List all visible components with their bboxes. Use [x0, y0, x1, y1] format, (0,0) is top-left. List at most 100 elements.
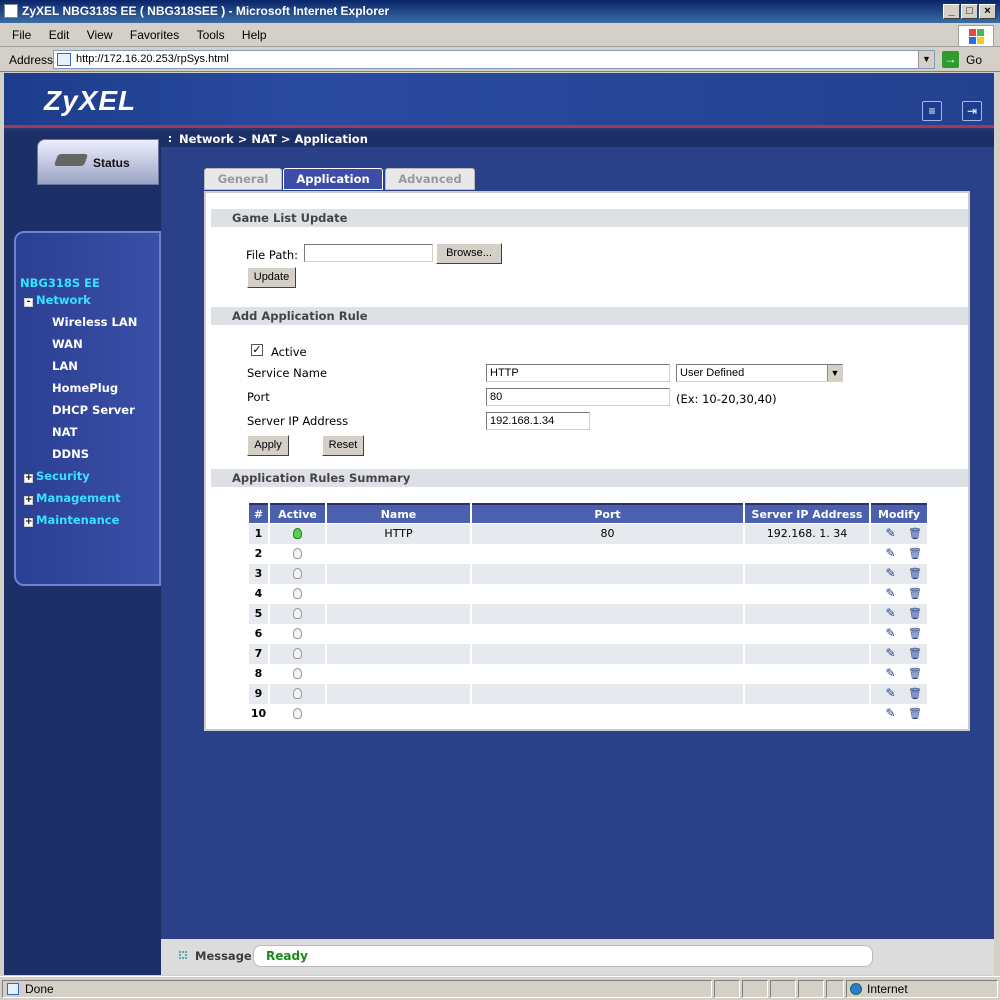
delete-icon[interactable]: 🗑 [908, 607, 922, 620]
edit-icon[interactable]: ✎ [884, 647, 897, 660]
tab-advanced[interactable]: Advanced [385, 168, 475, 190]
menu-tools[interactable]: Tools [197, 28, 225, 42]
logout-icon[interactable]: ⇥ [962, 101, 982, 121]
row-port [472, 564, 743, 584]
nav-ddns[interactable]: DDNS [52, 447, 89, 461]
menu-view[interactable]: View [87, 28, 113, 42]
delete-icon[interactable]: 🗑 [908, 647, 922, 660]
nav-network-label: Network [36, 293, 91, 307]
col-name-header: Name [327, 503, 470, 523]
nav-security[interactable]: + Security [24, 469, 90, 483]
apply-button[interactable]: Apply [247, 435, 289, 456]
delete-icon[interactable]: 🗑 [908, 687, 922, 700]
zyxel-header: ZyXEL ≡ ⇥ [4, 73, 994, 128]
nav-homeplug[interactable]: HomePlug [52, 381, 118, 395]
edit-icon[interactable]: ✎ [884, 627, 897, 640]
delete-icon[interactable]: 🗑 [908, 627, 922, 640]
address-dropdown-icon[interactable]: ▼ [918, 51, 934, 68]
row-number: 10 [249, 704, 268, 724]
edit-icon[interactable]: ✎ [884, 547, 897, 560]
row-active [270, 544, 325, 564]
status-seg-1 [714, 980, 740, 998]
row-modify: ✎ 🗑 [871, 644, 927, 664]
close-button[interactable]: × [979, 4, 996, 19]
address-bar: Address http://172.16.20.253/rpSys.html … [0, 48, 1000, 72]
row-port [472, 684, 743, 704]
go-label: Go [966, 53, 983, 67]
row-port [472, 604, 743, 624]
status-tab[interactable]: Status [37, 139, 159, 185]
delete-icon[interactable]: 🗑 [908, 587, 922, 600]
service-select[interactable]: User Defined ▼ [676, 364, 843, 382]
row-server-ip [745, 664, 869, 684]
table-row: 9 ✎ 🗑 [249, 684, 927, 704]
active-bulb-icon [293, 668, 302, 679]
menu-file[interactable]: File [12, 28, 31, 42]
nav-network[interactable]: - Network [24, 293, 91, 307]
collapse-icon[interactable]: - [24, 298, 33, 307]
row-port [472, 544, 743, 564]
edit-icon[interactable]: ✎ [884, 667, 897, 680]
nav-lan[interactable]: LAN [52, 359, 78, 373]
browse-button[interactable]: Browse... [436, 243, 502, 264]
edit-icon[interactable]: ✎ [884, 567, 897, 580]
section-add-application-rule: Add Application Rule [211, 307, 968, 325]
message-dots-icon [179, 951, 187, 959]
chevron-down-icon: ▼ [827, 365, 842, 381]
row-active [270, 664, 325, 684]
service-name-input[interactable]: HTTP [486, 364, 670, 382]
update-button[interactable]: Update [247, 267, 296, 288]
server-ip-input[interactable]: 192.168.1.34 [486, 412, 590, 430]
row-number: 2 [249, 544, 268, 564]
globe-icon [850, 983, 862, 995]
tab-general[interactable]: General [204, 168, 282, 190]
menu-bar: File Edit View Favorites Tools Help [0, 23, 1000, 47]
service-select-value: User Defined [680, 367, 745, 379]
active-checkbox[interactable]: ✓ [251, 344, 263, 356]
row-name [327, 644, 470, 664]
file-path-input[interactable] [304, 244, 433, 262]
row-server-ip [745, 584, 869, 604]
address-url: http://172.16.20.253/rpSys.html [76, 53, 229, 65]
edit-icon[interactable]: ✎ [884, 527, 897, 540]
ie-app-icon [4, 4, 18, 18]
edit-icon[interactable]: ✎ [884, 707, 897, 720]
menu-favorites[interactable]: Favorites [130, 28, 179, 42]
row-number: 4 [249, 584, 268, 604]
delete-icon[interactable]: 🗑 [908, 707, 922, 720]
address-input[interactable]: http://172.16.20.253/rpSys.html ▼ [53, 50, 935, 69]
row-port [472, 664, 743, 684]
menu-edit[interactable]: Edit [49, 28, 70, 42]
nav-wireless-lan[interactable]: Wireless LAN [52, 315, 137, 329]
expand-icon[interactable]: + [24, 474, 33, 483]
nav-dhcp-server[interactable]: DHCP Server [52, 403, 135, 417]
table-row: 6 ✎ 🗑 [249, 624, 927, 644]
maximize-button[interactable]: □ [961, 4, 978, 19]
row-modify: ✎ 🗑 [871, 604, 927, 624]
row-number: 8 [249, 664, 268, 684]
delete-icon[interactable]: 🗑 [908, 547, 922, 560]
edit-icon[interactable]: ✎ [884, 587, 897, 600]
expand-icon[interactable]: + [24, 496, 33, 505]
status-text-field: Done [2, 980, 712, 998]
delete-icon[interactable]: 🗑 [908, 667, 922, 680]
nav-management[interactable]: + Management [24, 491, 121, 505]
tab-application[interactable]: Application [283, 168, 383, 190]
table-header-row: # Active Name Port Server IP Address Mod… [249, 503, 927, 523]
nav-nat[interactable]: NAT [52, 425, 77, 439]
expand-icon[interactable]: + [24, 518, 33, 527]
edit-icon[interactable]: ✎ [884, 687, 897, 700]
edit-icon[interactable]: ✎ [884, 607, 897, 620]
nav-wan[interactable]: WAN [52, 337, 83, 351]
menu-help[interactable]: Help [242, 28, 267, 42]
row-modify: ✎ 🗑 [871, 584, 927, 604]
reset-button[interactable]: Reset [322, 435, 364, 456]
minimize-button[interactable]: _ [943, 4, 960, 19]
row-active [270, 624, 325, 644]
port-input[interactable]: 80 [486, 388, 670, 406]
site-map-icon[interactable]: ≡ [922, 101, 942, 121]
delete-icon[interactable]: 🗑 [908, 567, 922, 580]
row-number: 1 [249, 524, 268, 544]
delete-icon[interactable]: 🗑 [908, 527, 922, 540]
nav-maintenance[interactable]: + Maintenance [24, 513, 119, 527]
